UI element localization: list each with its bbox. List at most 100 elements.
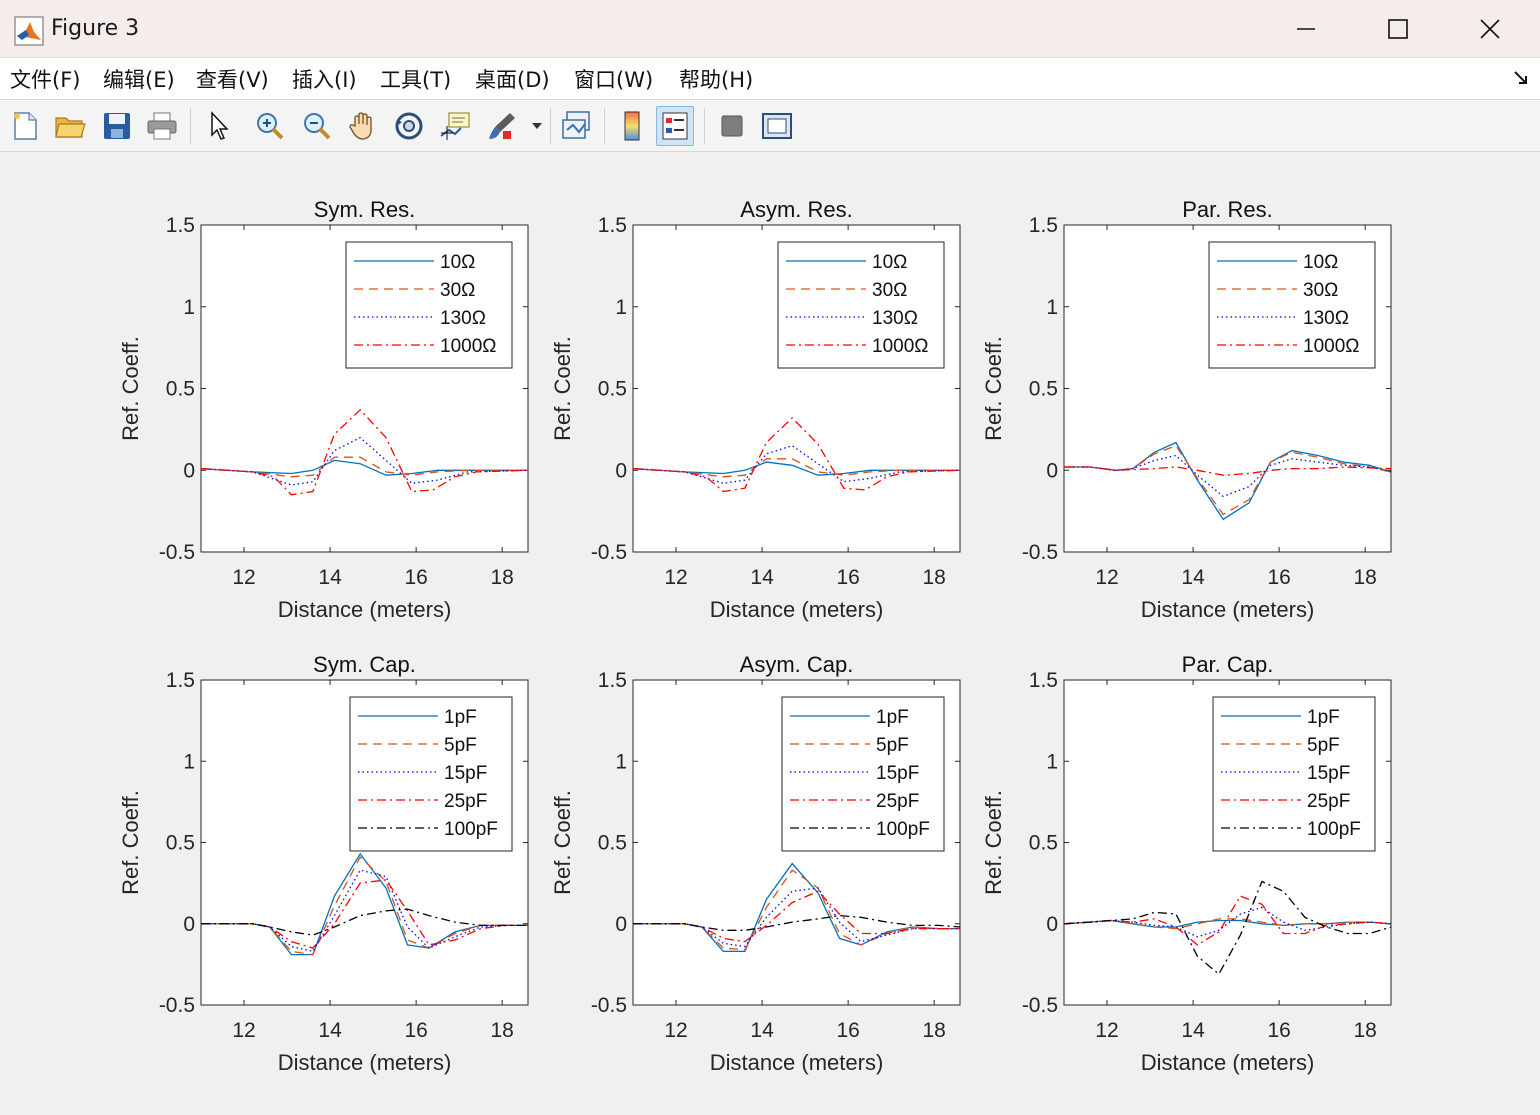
link-plot-button[interactable] (559, 106, 597, 146)
menu-window[interactable]: 窗口(W) (574, 64, 653, 94)
matlab-logo-icon (14, 16, 44, 46)
x-tick-label: 16 (404, 566, 427, 589)
new-file-icon (14, 112, 37, 140)
x-tick-label: 18 (491, 1019, 514, 1042)
print-icon (147, 112, 177, 140)
legend-label: 15pF (876, 763, 919, 784)
pointer-icon (211, 111, 229, 140)
minimize-icon (1297, 28, 1315, 30)
legend-label: 10Ω (440, 252, 475, 273)
y-tick-label: 1.5 (166, 669, 195, 692)
rotate-button[interactable] (390, 106, 428, 146)
brush-dropdown-button[interactable] (528, 106, 546, 146)
save-icon (104, 113, 130, 139)
brush-button[interactable] (483, 106, 521, 146)
x-tick-label: 12 (232, 566, 255, 589)
new-figure-button[interactable] (6, 106, 44, 146)
y-tick-label: -0.5 (591, 541, 627, 564)
y-tick-label: 1 (183, 750, 195, 773)
minimize-button[interactable] (1260, 6, 1352, 52)
axes-title: Sym. Cap. (313, 652, 416, 677)
y-tick-label: 0.5 (598, 378, 627, 401)
menu-file[interactable]: 文件(F) (10, 64, 80, 94)
print-button[interactable] (143, 106, 181, 146)
hide-plot-tools-icon (721, 115, 743, 137)
menu-tools[interactable]: 工具(T) (380, 64, 451, 94)
save-button[interactable] (98, 106, 136, 146)
legend: 1pF 5pF 15pF 25pF 100pF (1212, 696, 1376, 852)
legend-icon (662, 112, 688, 140)
legend-label: 15pF (444, 763, 487, 784)
menu-desktop[interactable]: 桌面(D) (475, 64, 550, 94)
legend-label: 1000Ω (872, 336, 928, 357)
y-tick-label: -0.5 (159, 994, 195, 1017)
menu-edit[interactable]: 编辑(E) (103, 64, 175, 94)
toolbar-separator (550, 108, 551, 144)
data-cursor-icon (440, 112, 470, 140)
legend-button[interactable] (656, 106, 694, 146)
x-axis-label: Distance (meters) (278, 597, 452, 622)
menu-help[interactable]: 帮助(H) (679, 64, 753, 94)
legend: 10Ω 30Ω 130Ω 1000Ω (777, 241, 945, 369)
menu-view[interactable]: 查看(V) (196, 64, 269, 94)
zoom-in-button[interactable] (251, 106, 289, 146)
x-tick-label: 14 (318, 566, 342, 589)
subplot-2: -0.5 0 0.5 1 1.5 12 14 16 18 Asym. Res. Distance (… (550, 197, 961, 622)
x-axis-label: Distance (meters) (1141, 1050, 1315, 1075)
menu-insert[interactable]: 插入(I) (292, 64, 357, 94)
title-bar: Figure 3 (0, 0, 1540, 58)
pan-button[interactable] (344, 106, 382, 146)
y-tick-label: 1.5 (166, 214, 195, 237)
edit-plot-button[interactable] (200, 106, 238, 146)
figure-canvas: -0.5 0 0.5 1 1.5 12 14 16 18 Sym. Res. Distance (m… (3, 153, 1537, 1111)
x-tick-label: 18 (923, 1019, 946, 1042)
y-tick-label: 1 (615, 296, 627, 319)
open-button[interactable] (51, 106, 89, 146)
show-plot-tools-button[interactable] (758, 106, 796, 146)
x-axis-label: Distance (meters) (1141, 597, 1315, 622)
x-tick-label: 18 (923, 566, 946, 589)
toolbar-separator (604, 108, 605, 144)
x-axis-label: Distance (meters) (710, 597, 884, 622)
window-title: Figure 3 (51, 16, 140, 41)
maximize-button[interactable] (1352, 6, 1444, 52)
legend-label: 1pF (444, 707, 477, 728)
x-tick-label: 14 (1181, 566, 1205, 589)
x-tick-label: 16 (1267, 566, 1290, 589)
subplot-grid: -0.5 0 0.5 1 1.5 12 14 16 18 Sym. Res. Distance (m… (118, 197, 1392, 1075)
y-axis-label: Ref. Coeff. (118, 336, 143, 441)
brush-dropdown-icon (532, 123, 542, 129)
legend-label: 5pF (1307, 735, 1340, 756)
x-tick-label: 16 (836, 1019, 859, 1042)
subplot-5: -0.5 0 0.5 1 1.5 12 14 16 18 Asym. Cap. Distance (… (550, 652, 961, 1075)
x-axis-label: Distance (meters) (278, 1050, 452, 1075)
x-axis-label: Distance (meters) (710, 1050, 884, 1075)
subplot-1: -0.5 0 0.5 1 1.5 12 14 16 18 Sym. Res. Distance (m… (118, 197, 529, 622)
legend-label: 100pF (1307, 819, 1361, 840)
close-button[interactable] (1444, 6, 1536, 52)
close-icon (1480, 19, 1500, 39)
y-tick-label: -0.5 (1022, 541, 1058, 564)
legend-label: 130Ω (1303, 308, 1349, 329)
menu-bar: 文件(F) 编辑(E) 查看(V) 插入(I) 工具(T) 桌面(D) 窗口(W… (0, 58, 1540, 100)
y-tick-label: 0 (615, 459, 627, 482)
legend-label: 25pF (1307, 791, 1350, 812)
colorbar-button[interactable] (613, 106, 651, 146)
y-axis-label: Ref. Coeff. (981, 790, 1006, 895)
y-tick-label: 1.5 (598, 214, 627, 237)
hide-plot-tools-button[interactable] (713, 106, 751, 146)
legend-label: 100pF (444, 819, 498, 840)
colorbar-icon (624, 111, 640, 141)
zoom-out-button[interactable] (298, 106, 336, 146)
y-tick-label: 1.5 (598, 669, 627, 692)
zoom-out-icon (304, 113, 331, 140)
x-tick-label: 12 (664, 566, 687, 589)
x-tick-label: 16 (404, 1019, 427, 1042)
axes-title: Asym. Cap. (740, 652, 854, 677)
legend-label: 15pF (1307, 763, 1350, 784)
y-tick-label: 1 (183, 296, 195, 319)
dock-arrow-icon[interactable] (1512, 68, 1532, 88)
data-cursor-button[interactable] (436, 106, 474, 146)
y-tick-label: 0.5 (166, 832, 195, 855)
subplot-4: -0.5 0 0.5 1 1.5 12 14 16 18 Sym. Cap. Distance (m… (118, 652, 529, 1075)
